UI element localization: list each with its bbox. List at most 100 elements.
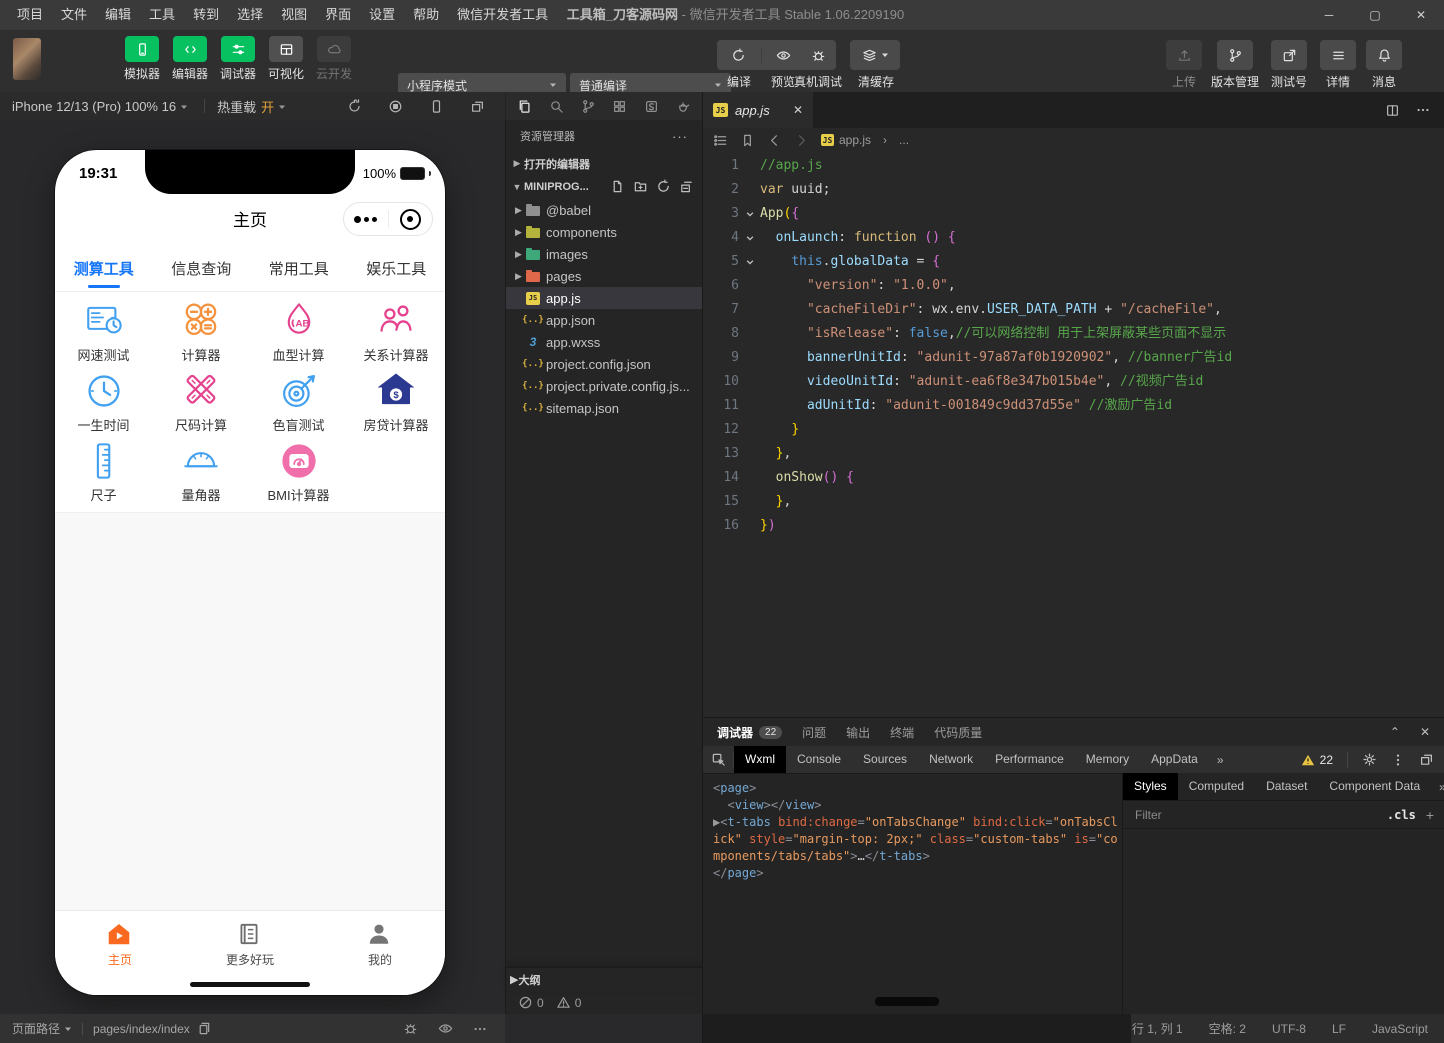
menu-item-3[interactable]: 编辑	[96, 0, 140, 30]
search-icon[interactable]	[549, 99, 564, 114]
grid-item-mortgage[interactable]: $房贷计算器	[348, 370, 445, 434]
debugger-tab-5[interactable]: 代码质量	[934, 724, 982, 741]
grid-item-calculator[interactable]: 计算器	[153, 300, 250, 364]
file-item-project.config.json[interactable]: {..}project.config.json	[506, 353, 702, 375]
status-item-4[interactable]: LF	[1332, 1022, 1346, 1036]
menu-item-5[interactable]: 转到	[184, 0, 228, 30]
refresh-explorer-icon[interactable]	[656, 179, 671, 194]
debugger-panel-button[interactable]: 调试器	[214, 36, 262, 82]
menu-item-7[interactable]: 视图	[272, 0, 316, 30]
cloud-dev-panel-button[interactable]: 云开发	[310, 36, 358, 82]
breadcrumb-more[interactable]: ...	[899, 133, 909, 147]
breadcrumb-file[interactable]: JS app.js	[821, 133, 871, 147]
grid-item-ruler[interactable]: 尺子	[55, 440, 152, 504]
more-options-icon[interactable]	[473, 1021, 487, 1036]
snippets-icon[interactable]	[644, 99, 659, 114]
messages-button[interactable]: 消息	[1366, 40, 1402, 90]
details-button[interactable]: 详情	[1320, 40, 1356, 90]
file-item-app.js[interactable]: JSapp.js	[506, 287, 702, 309]
problems-summary[interactable]: 0 0	[506, 991, 702, 1014]
tabbar-item-person[interactable]: 我的	[315, 911, 445, 995]
grid-item-relationship[interactable]: 关系计算器	[348, 300, 445, 364]
close-tab-icon[interactable]: ✕	[793, 103, 803, 117]
styles-tab-computed[interactable]: Computed	[1178, 773, 1255, 800]
menu-item-10[interactable]: 帮助	[404, 0, 448, 30]
filter-input[interactable]	[1133, 807, 1377, 823]
menu-item-1[interactable]: 项目	[8, 0, 52, 30]
grid-item-size-calc[interactable]: 尺码计算	[153, 370, 250, 434]
status-item-5[interactable]: JavaScript	[1372, 1022, 1428, 1036]
grid-item-speed-test[interactable]: 网速测试	[55, 300, 152, 364]
phone-tab-item[interactable]: 信息查询	[153, 245, 251, 291]
file-item-pages[interactable]: ▶pages	[506, 265, 702, 287]
page-path-label[interactable]: 页面路径	[12, 1020, 60, 1037]
record-icon[interactable]	[388, 99, 403, 114]
status-item-2[interactable]: 空格: 2	[1209, 1020, 1246, 1037]
wxml-node-2[interactable]: <view></view>	[713, 797, 1118, 814]
upload-button[interactable]: 上传	[1166, 40, 1202, 90]
grid-item-bmi[interactable]: BMI计算器	[250, 440, 347, 504]
file-item-app.wxss[interactable]: 3app.wxss	[506, 331, 702, 353]
new-folder-icon[interactable]	[633, 179, 648, 194]
outline-list-icon[interactable]	[713, 133, 728, 148]
debugger-tab-3[interactable]: 输出	[846, 724, 870, 741]
debugger-tab-1[interactable]: 调试器22	[717, 724, 782, 741]
teapot-icon[interactable]	[676, 99, 691, 114]
styles-tab-component-data[interactable]: Component Data	[1318, 773, 1431, 800]
editor-panel-button[interactable]: 编辑器	[166, 36, 214, 82]
menu-item-11[interactable]: 微信开发者工具	[448, 0, 557, 30]
file-item-images[interactable]: ▶images	[506, 243, 702, 265]
devtools-tab-appdata[interactable]: AppData	[1140, 746, 1209, 773]
hot-reload-toggle[interactable]: 热重载开	[217, 97, 274, 116]
visualization-panel-button[interactable]: 可视化	[262, 36, 310, 82]
tab-app-js[interactable]: JS app.js ✕	[703, 92, 813, 128]
close-panel-icon[interactable]: ✕	[1420, 725, 1430, 739]
capsule-menu[interactable]	[343, 202, 433, 236]
close-button[interactable]: ✕	[1398, 0, 1444, 30]
editor-more-icon[interactable]	[1416, 103, 1430, 118]
phone-tab-item[interactable]: 常用工具	[250, 245, 348, 291]
phone-simulator[interactable]: 19:31 100% 主页 测算工具信息查询常用工具娱乐工具 网速测试计算器AB…	[55, 150, 445, 995]
detach-window-icon[interactable]	[470, 99, 485, 114]
copy-icon[interactable]	[196, 1021, 211, 1036]
extensions-icon[interactable]	[612, 99, 627, 114]
open-editors-section[interactable]: ▶打开的编辑器	[506, 152, 702, 175]
file-item-@babel[interactable]: ▶@babel	[506, 199, 702, 221]
maximize-button[interactable]: ▢	[1352, 0, 1398, 30]
files-icon[interactable]	[517, 99, 532, 114]
grid-item-color-blind[interactable]: 色盲测试	[250, 370, 347, 434]
gear-icon[interactable]	[1362, 752, 1377, 767]
menu-item-6[interactable]: 选择	[228, 0, 272, 30]
status-item-3[interactable]: UTF-8	[1272, 1022, 1306, 1036]
code-editor[interactable]: 1//app.js2var uuid;3App({4 onLaunch: fun…	[703, 152, 1444, 719]
status-item-1[interactable]: 行 1, 列 1	[1132, 1020, 1183, 1037]
grid-item-protractor[interactable]: 量角器	[153, 440, 250, 504]
wxml-node-1[interactable]: <page>	[713, 780, 1118, 797]
cls-button[interactable]: .cls	[1387, 808, 1416, 822]
debugger-tab-2[interactable]: 问题	[802, 724, 826, 741]
version-control-button[interactable]: 版本管理	[1210, 40, 1260, 90]
clear-cache-button[interactable]: 清缓存	[850, 40, 902, 90]
bookmark-icon[interactable]	[740, 133, 755, 148]
project-section[interactable]: ▼MINIPROG...	[506, 175, 702, 198]
file-item-project.private.config.js...[interactable]: {..}project.private.config.js...	[506, 375, 702, 397]
wxml-node-3[interactable]: ▶<t-tabs bind:change="onTabsChange" bind…	[713, 814, 1118, 865]
tabbar-item-home[interactable]: 主页	[55, 911, 185, 995]
test-account-button[interactable]: 测试号	[1268, 40, 1310, 90]
menu-item-8[interactable]: 界面	[316, 0, 360, 30]
devtools-tab-memory[interactable]: Memory	[1075, 746, 1140, 773]
devtools-tab-network[interactable]: Network	[918, 746, 984, 773]
collapse-panel-icon[interactable]: ⌃	[1390, 725, 1400, 739]
outline-section[interactable]: ▶大纲	[506, 967, 702, 991]
menu-item-2[interactable]: 文件	[52, 0, 96, 30]
compile-button[interactable]	[717, 48, 761, 63]
debugger-tab-4[interactable]: 终端	[890, 724, 914, 741]
horizontal-scrollbar[interactable]	[875, 997, 939, 1006]
simulator-panel-button[interactable]: 模拟器	[118, 36, 166, 82]
wxml-node-4[interactable]: </page>	[713, 865, 1118, 882]
styles-tab-dataset[interactable]: Dataset	[1255, 773, 1318, 800]
collapse-all-icon[interactable]	[679, 179, 694, 194]
forward-icon[interactable]	[794, 133, 809, 148]
warning-count[interactable]: 22	[1301, 753, 1333, 767]
grid-item-blood-type[interactable]: AB血型计算	[250, 300, 347, 364]
